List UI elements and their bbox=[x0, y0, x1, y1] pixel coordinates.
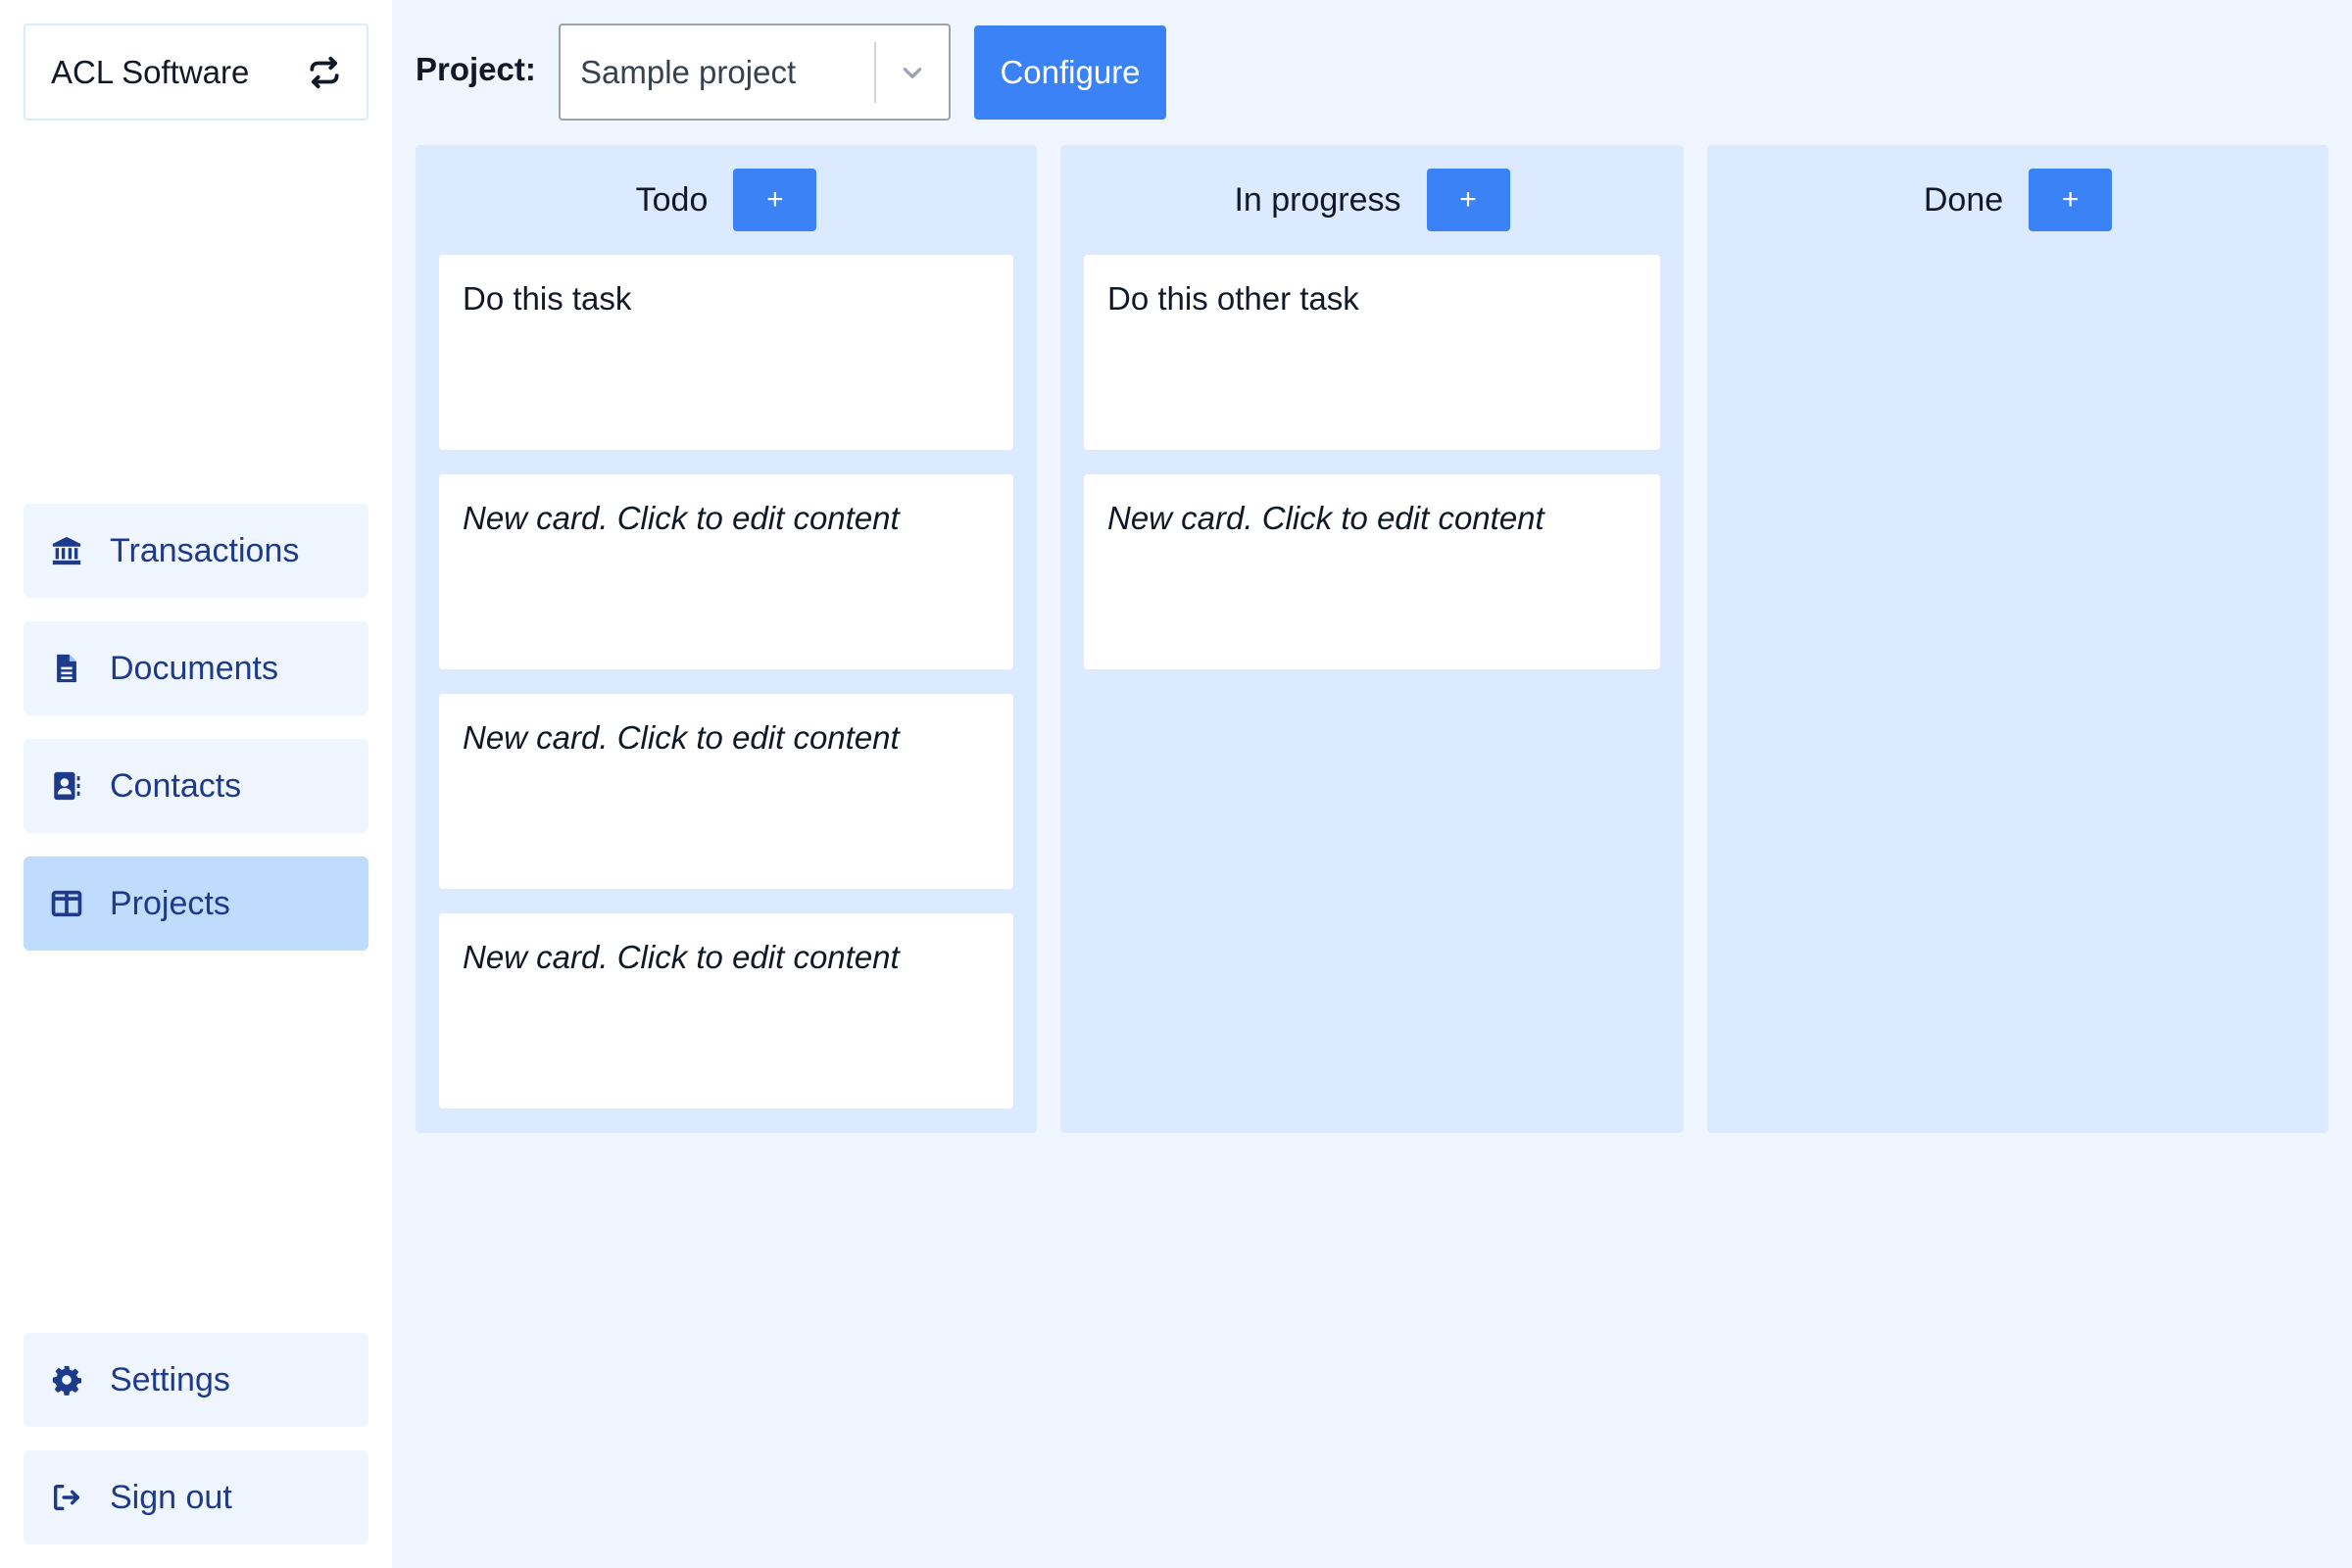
card[interactable]: Do this other task bbox=[1084, 255, 1660, 450]
gear-icon bbox=[49, 1362, 84, 1397]
project-label: Project: bbox=[416, 51, 536, 87]
bank-icon bbox=[49, 533, 84, 568]
card[interactable]: New card. Click to edit content bbox=[1084, 474, 1660, 669]
add-card-button[interactable]: + bbox=[2029, 169, 2113, 231]
column-header: Todo + bbox=[416, 169, 1037, 231]
app-root: ACL Software Transactions Documents Cont… bbox=[0, 0, 2352, 1568]
sidebar-item-documents[interactable]: Documents bbox=[24, 621, 368, 715]
org-switcher[interactable]: ACL Software bbox=[24, 24, 368, 121]
sign-out-icon bbox=[49, 1480, 84, 1515]
column-in-progress: In progress + Do this other task New car… bbox=[1060, 145, 1684, 1133]
column-title: In progress bbox=[1234, 180, 1401, 219]
column-done: Done + bbox=[1707, 145, 2328, 1133]
project-select[interactable]: Sample project bbox=[559, 24, 951, 121]
configure-button[interactable]: Configure bbox=[974, 25, 1166, 120]
project-select-value: Sample project bbox=[580, 53, 797, 90]
sidebar-item-label: Documents bbox=[110, 649, 278, 687]
column-header: Done + bbox=[1707, 169, 2328, 231]
switch-icon bbox=[310, 56, 339, 88]
sidebar-item-settings[interactable]: Settings bbox=[24, 1333, 368, 1427]
column-title: Todo bbox=[635, 180, 709, 219]
sidebar-item-label: Transactions bbox=[110, 531, 300, 569]
add-card-button[interactable]: + bbox=[733, 169, 817, 231]
column-header: In progress + bbox=[1060, 169, 1684, 231]
columns-icon bbox=[49, 886, 84, 921]
chevron-down-icon[interactable] bbox=[876, 60, 949, 85]
sidebar-item-sign-out[interactable]: Sign out bbox=[24, 1450, 368, 1544]
card[interactable]: Do this task bbox=[439, 255, 1013, 450]
column-title: Done bbox=[1923, 180, 2004, 219]
org-name: ACL Software bbox=[51, 53, 250, 90]
sidebar-item-label: Sign out bbox=[110, 1478, 232, 1516]
contact-card-icon bbox=[49, 768, 84, 804]
document-icon bbox=[49, 651, 84, 686]
sidebar-item-label: Contacts bbox=[110, 766, 242, 805]
sidebar-item-label: Projects bbox=[110, 884, 230, 922]
card[interactable]: New card. Click to edit content bbox=[439, 913, 1013, 1108]
card[interactable]: New card. Click to edit content bbox=[439, 694, 1013, 889]
sidebar-item-contacts[interactable]: Contacts bbox=[24, 739, 368, 833]
sidebar-item-label: Settings bbox=[110, 1360, 230, 1398]
add-card-button[interactable]: + bbox=[1426, 169, 1510, 231]
card[interactable]: New card. Click to edit content bbox=[439, 474, 1013, 669]
sidebar: ACL Software Transactions Documents Cont… bbox=[0, 0, 392, 1568]
sidebar-item-transactions[interactable]: Transactions bbox=[24, 504, 368, 598]
column-todo: Todo + Do this task New card. Click to e… bbox=[416, 145, 1037, 1133]
sidebar-item-projects[interactable]: Projects bbox=[24, 857, 368, 951]
